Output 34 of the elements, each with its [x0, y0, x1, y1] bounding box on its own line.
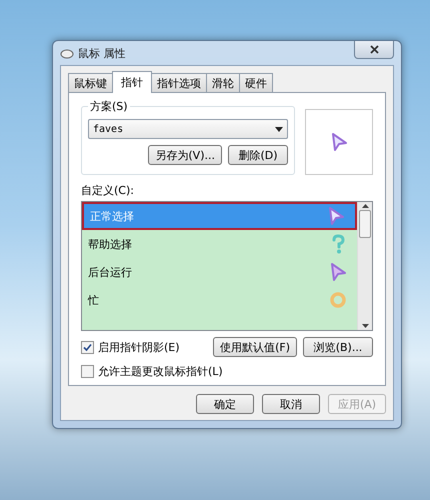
- tab[interactable]: 鼠标键: [68, 73, 113, 92]
- cursor-list-item[interactable]: 帮助选择: [82, 230, 357, 258]
- checkbox-label: 启用指针阴影(E): [98, 340, 180, 354]
- cancel-button[interactable]: 取消: [262, 394, 320, 414]
- scroll-up-icon[interactable]: [362, 204, 368, 208]
- tab[interactable]: 硬件: [239, 73, 273, 92]
- window-title: 鼠标 属性: [78, 46, 126, 60]
- scheme-dropdown[interactable]: faves: [88, 119, 288, 139]
- checkbox[interactable]: [81, 340, 94, 354]
- cursor-list-item[interactable]: 忙: [82, 286, 357, 314]
- scrollbar[interactable]: [357, 202, 372, 330]
- save-as-button[interactable]: 另存为(V)...: [148, 145, 222, 165]
- scroll-thumb[interactable]: [359, 210, 371, 238]
- arrow-cursor-icon: [330, 132, 348, 152]
- arrow-cursor-icon: [329, 262, 347, 282]
- ring-cursor-icon: [329, 291, 347, 309]
- browse-button[interactable]: 浏览(B)...: [303, 337, 373, 357]
- delete-button[interactable]: 删除(D): [228, 145, 288, 165]
- checkbox[interactable]: [81, 365, 94, 378]
- dropdown-caret-icon: [275, 126, 283, 132]
- mouse-icon: [60, 47, 74, 59]
- scheme-label: 方案(S): [88, 99, 130, 114]
- arrow-cursor-icon: [327, 206, 345, 226]
- use-default-button[interactable]: 使用默认值(F): [213, 337, 297, 357]
- ok-button[interactable]: 确定: [196, 394, 254, 414]
- close-button[interactable]: [354, 41, 394, 59]
- customize-label: 自定义(C):: [81, 183, 135, 198]
- cursor-list-item[interactable]: 后台运行: [82, 258, 357, 286]
- tab[interactable]: 滑轮: [206, 73, 240, 92]
- tab[interactable]: 指针: [112, 71, 152, 93]
- close-icon: [370, 45, 378, 54]
- checkbox-label: 允许主题更改鼠标指针(L): [98, 364, 223, 379]
- scroll-down-icon[interactable]: [362, 324, 368, 328]
- tab[interactable]: 指针选项: [151, 73, 207, 92]
